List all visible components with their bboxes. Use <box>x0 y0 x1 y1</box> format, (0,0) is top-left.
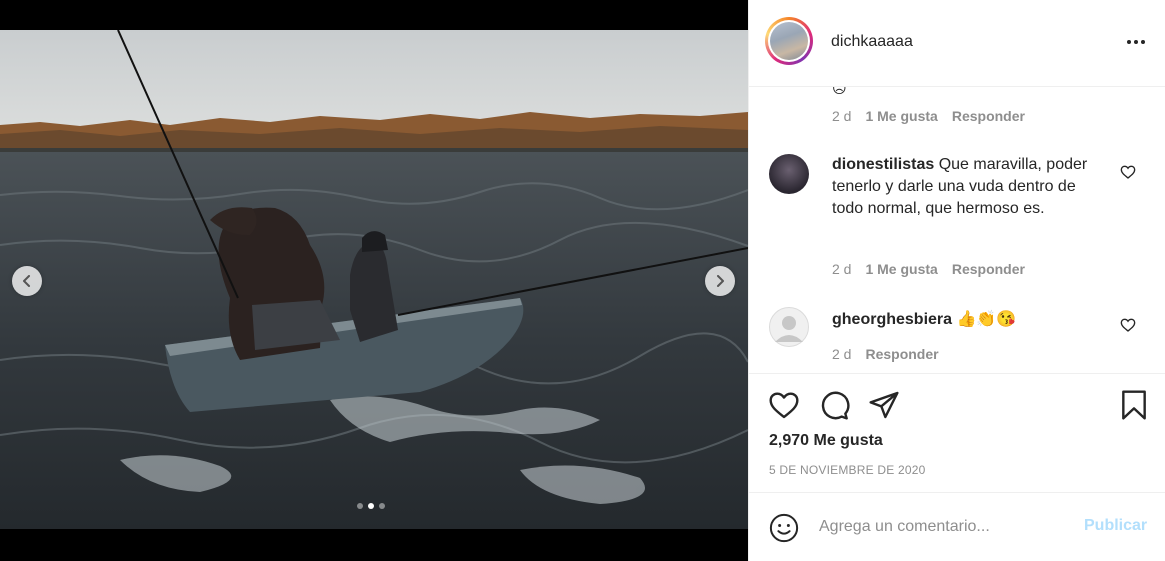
comment-input[interactable] <box>819 514 1069 540</box>
comment-likes-link[interactable]: 1 Me gusta <box>865 108 937 124</box>
author-username[interactable]: dichkaaaaa <box>831 33 913 51</box>
truncated-emoji-icon: ☹ <box>832 87 847 96</box>
comment-time: 2 d <box>832 108 852 124</box>
publish-comment-button[interactable]: Publicar <box>1084 517 1147 535</box>
share-button[interactable] <box>867 388 901 422</box>
share-icon <box>869 391 899 419</box>
carousel-dot <box>368 503 374 509</box>
like-button[interactable] <box>767 388 801 422</box>
comment-meta: 2 d Responder <box>832 346 939 362</box>
comment-likes-link[interactable]: 1 Me gusta <box>865 261 937 277</box>
post-media <box>0 0 748 561</box>
comment-time: 2 d <box>832 346 852 362</box>
likes-count[interactable]: 2,970 Me gusta <box>769 432 883 450</box>
comments-list[interactable]: ☹ 2 d 1 Me gusta Responder dionestilista… <box>749 87 1165 374</box>
post-side-panel: dichkaaaaa ☹ 2 d 1 Me gusta Responder di… <box>748 0 1165 561</box>
comment-meta: 2 d 1 Me gusta Responder <box>832 261 1025 277</box>
commenter-username[interactable]: dionestilistas <box>832 156 934 173</box>
comment-text: gheorghesbiera 👍👏😘 <box>832 309 1092 331</box>
more-icon <box>1127 40 1145 44</box>
comment-button[interactable] <box>817 388 851 422</box>
comment-body: 👍👏😘 <box>956 311 1017 328</box>
emoji-icon[interactable] <box>769 513 799 543</box>
post-date: 5 DE NOVIEMBRE DE 2020 <box>769 463 926 477</box>
heart-icon <box>769 392 799 419</box>
carousel-prev-button[interactable] <box>12 266 42 296</box>
reply-button[interactable]: Responder <box>952 108 1025 124</box>
chevron-left-icon <box>23 275 30 287</box>
carousel-dot <box>379 503 385 509</box>
more-options-button[interactable] <box>1124 30 1148 54</box>
like-comment-icon[interactable] <box>1120 317 1136 333</box>
bookmark-icon <box>1122 390 1146 420</box>
carousel-next-button[interactable] <box>705 266 735 296</box>
chevron-right-icon <box>717 275 724 287</box>
carousel-dot <box>357 503 363 509</box>
save-button[interactable] <box>1117 388 1151 422</box>
commenter-avatar[interactable] <box>769 307 809 347</box>
post-actions <box>749 388 1165 428</box>
post-photo <box>0 30 748 529</box>
add-comment-bar: Publicar <box>749 492 1165 561</box>
reply-button[interactable]: Responder <box>952 261 1025 277</box>
post-header: dichkaaaaa <box>749 0 1165 87</box>
commenter-avatar[interactable] <box>769 154 809 194</box>
carousel-indicators <box>357 503 385 509</box>
comment-meta: 2 d 1 Me gusta Responder <box>832 108 1025 124</box>
comment-icon <box>821 391 850 420</box>
commenter-username[interactable]: gheorghesbiera <box>832 311 952 328</box>
reply-button[interactable]: Responder <box>865 346 938 362</box>
comment-text: dionestilistas Que maravilla, poder tene… <box>832 154 1092 220</box>
like-comment-icon[interactable] <box>1120 164 1136 180</box>
comment-time: 2 d <box>832 261 852 277</box>
author-avatar[interactable] <box>765 17 813 65</box>
